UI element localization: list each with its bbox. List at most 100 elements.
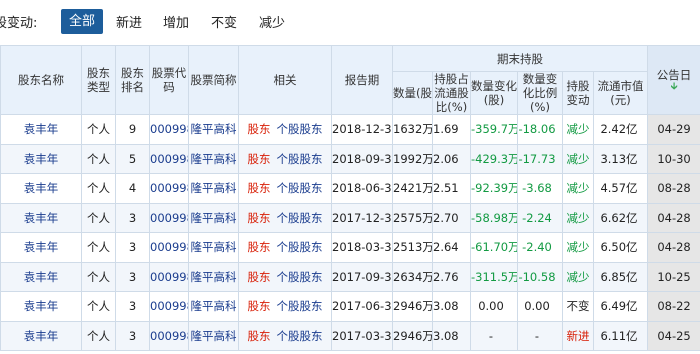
holder-name-cell[interactable]: 袁丰年: [0, 114, 82, 145]
report-period-cell: 2018-12-31: [331, 114, 393, 145]
float-ratio-cell: 3.08: [432, 291, 471, 322]
change-ratio-cell: -17.73: [517, 143, 563, 174]
stock-name-link[interactable]: 隆平高科: [191, 240, 237, 254]
stock-code-link[interactable]: 000998: [151, 181, 188, 195]
change-ratio-cell: -10.58: [517, 261, 563, 292]
shares-cell: 2421万: [392, 173, 433, 204]
holder-link[interactable]: 股东: [248, 181, 271, 195]
holder-name-cell[interactable]: 袁丰年: [0, 173, 82, 204]
holder-type-cell: 个人: [81, 202, 116, 233]
stock-name-cell[interactable]: 隆平高科: [188, 320, 239, 351]
stock-code-cell[interactable]: 000998: [149, 291, 189, 322]
stock-name-link[interactable]: 隆平高科: [191, 181, 237, 195]
individual-holder-link[interactable]: 个股股东: [277, 240, 323, 254]
holder-type-cell: 个人: [81, 173, 116, 204]
stock-name-link[interactable]: 隆平高科: [191, 122, 237, 136]
market-value-cell: 2.42亿: [592, 114, 649, 145]
report-period-cell: 2018-03-31: [331, 232, 393, 263]
stock-name-link[interactable]: 隆平高科: [191, 211, 237, 225]
holder-link[interactable]: 股东: [248, 152, 271, 166]
change-qty-cell: -: [470, 320, 518, 351]
individual-holder-link[interactable]: 个股股东: [277, 270, 323, 284]
announce-date-cell: 04-28: [647, 202, 700, 233]
stock-name-link[interactable]: 隆平高科: [191, 299, 237, 313]
stock-code-cell[interactable]: 000998: [149, 202, 189, 233]
holder-name-link[interactable]: 袁丰年: [24, 299, 59, 313]
stock-name-cell[interactable]: 隆平高科: [188, 202, 239, 233]
float-ratio-cell: 2.64: [432, 232, 471, 263]
header-change-type: 持股变动: [562, 71, 594, 115]
stock-code-link[interactable]: 000998: [151, 299, 188, 313]
stock-code-link[interactable]: 000998: [151, 240, 188, 254]
individual-holder-link[interactable]: 个股股东: [277, 152, 323, 166]
announce-date-cell: 08-28: [647, 173, 700, 204]
holder-type-cell: 个人: [81, 232, 116, 263]
holder-link[interactable]: 股东: [248, 270, 271, 284]
header-shares: 数量(股): [392, 71, 433, 115]
individual-holder-link[interactable]: 个股股东: [277, 181, 323, 195]
holder-link[interactable]: 股东: [248, 122, 271, 136]
holder-name-link[interactable]: 袁丰年: [24, 181, 59, 195]
related-cell: 股东 个股股东: [238, 202, 332, 233]
filter-increase[interactable]: 增加: [163, 12, 189, 31]
holder-name-cell[interactable]: 袁丰年: [0, 202, 82, 233]
related-cell: 股东 个股股东: [238, 291, 332, 322]
stock-name-link[interactable]: 隆平高科: [191, 152, 237, 166]
individual-holder-link[interactable]: 个股股东: [277, 329, 323, 343]
individual-holder-link[interactable]: 个股股东: [277, 299, 323, 313]
holder-link[interactable]: 股东: [248, 299, 271, 313]
stock-name-cell[interactable]: 隆平高科: [188, 232, 239, 263]
stock-name-cell[interactable]: 隆平高科: [188, 114, 239, 145]
stock-code-cell[interactable]: 000998: [149, 173, 189, 204]
holder-name-link[interactable]: 袁丰年: [24, 329, 59, 343]
header-announce-date[interactable]: 公告日 🡳: [647, 45, 700, 115]
stock-code-cell[interactable]: 000998: [149, 114, 189, 145]
filter-all[interactable]: 全部: [61, 9, 104, 34]
holder-name-link[interactable]: 袁丰年: [24, 152, 59, 166]
individual-holder-link[interactable]: 个股股东: [277, 211, 323, 225]
shares-cell: 2946万: [392, 291, 433, 322]
holder-name-link[interactable]: 袁丰年: [24, 211, 59, 225]
report-period-cell: 2018-06-30: [331, 173, 393, 204]
holder-name-link[interactable]: 袁丰年: [24, 270, 59, 284]
sort-down-icon[interactable]: 🡳: [649, 82, 700, 92]
holder-link[interactable]: 股东: [248, 211, 271, 225]
holder-name-cell[interactable]: 袁丰年: [0, 291, 82, 322]
stock-code-cell[interactable]: 000998: [149, 261, 189, 292]
stock-code-link[interactable]: 000998: [151, 211, 188, 225]
holder-link[interactable]: 股东: [248, 240, 271, 254]
stock-name-cell[interactable]: 隆平高科: [188, 143, 239, 174]
market-value-cell: 6.11亿: [592, 320, 649, 351]
shares-cell: 1632万: [392, 114, 433, 145]
header-announce-date-label: 公告日: [656, 68, 692, 82]
holder-name-link[interactable]: 袁丰年: [24, 122, 59, 136]
holder-name-cell[interactable]: 袁丰年: [0, 320, 82, 351]
change-ratio-cell: -: [517, 320, 563, 351]
individual-holder-link[interactable]: 个股股东: [277, 122, 323, 136]
stock-code-cell[interactable]: 000998: [149, 320, 189, 351]
stock-name-link[interactable]: 隆平高科: [191, 329, 237, 343]
change-ratio-cell: -3.68: [517, 173, 563, 204]
stock-code-link[interactable]: 000998: [151, 270, 188, 284]
stock-name-cell[interactable]: 隆平高科: [188, 173, 239, 204]
holder-name-cell[interactable]: 袁丰年: [0, 261, 82, 292]
shareholder-table: 股东名称 股东类型 股东排名 股票代码 股票简称 相关 报告期 期末持股 公告日…: [0, 45, 700, 351]
change-qty-cell: -311.5万: [470, 261, 518, 292]
holder-name-cell[interactable]: 袁丰年: [0, 232, 82, 263]
filter-new[interactable]: 新进: [116, 12, 142, 31]
market-value-cell: 6.85亿: [592, 261, 649, 292]
stock-code-link[interactable]: 000998: [151, 152, 188, 166]
holder-link[interactable]: 股东: [248, 329, 271, 343]
stock-code-link[interactable]: 000998: [151, 329, 188, 343]
stock-name-cell[interactable]: 隆平高科: [188, 291, 239, 322]
holder-type-cell: 个人: [81, 114, 116, 145]
stock-code-cell[interactable]: 000998: [149, 143, 189, 174]
holder-name-cell[interactable]: 袁丰年: [0, 143, 82, 174]
stock-code-cell[interactable]: 000998: [149, 232, 189, 263]
filter-unchanged[interactable]: 不变: [211, 12, 237, 31]
stock-code-link[interactable]: 000998: [151, 122, 188, 136]
stock-name-link[interactable]: 隆平高科: [191, 270, 237, 284]
stock-name-cell[interactable]: 隆平高科: [188, 261, 239, 292]
filter-decrease[interactable]: 减少: [259, 12, 285, 31]
holder-name-link[interactable]: 袁丰年: [24, 240, 59, 254]
